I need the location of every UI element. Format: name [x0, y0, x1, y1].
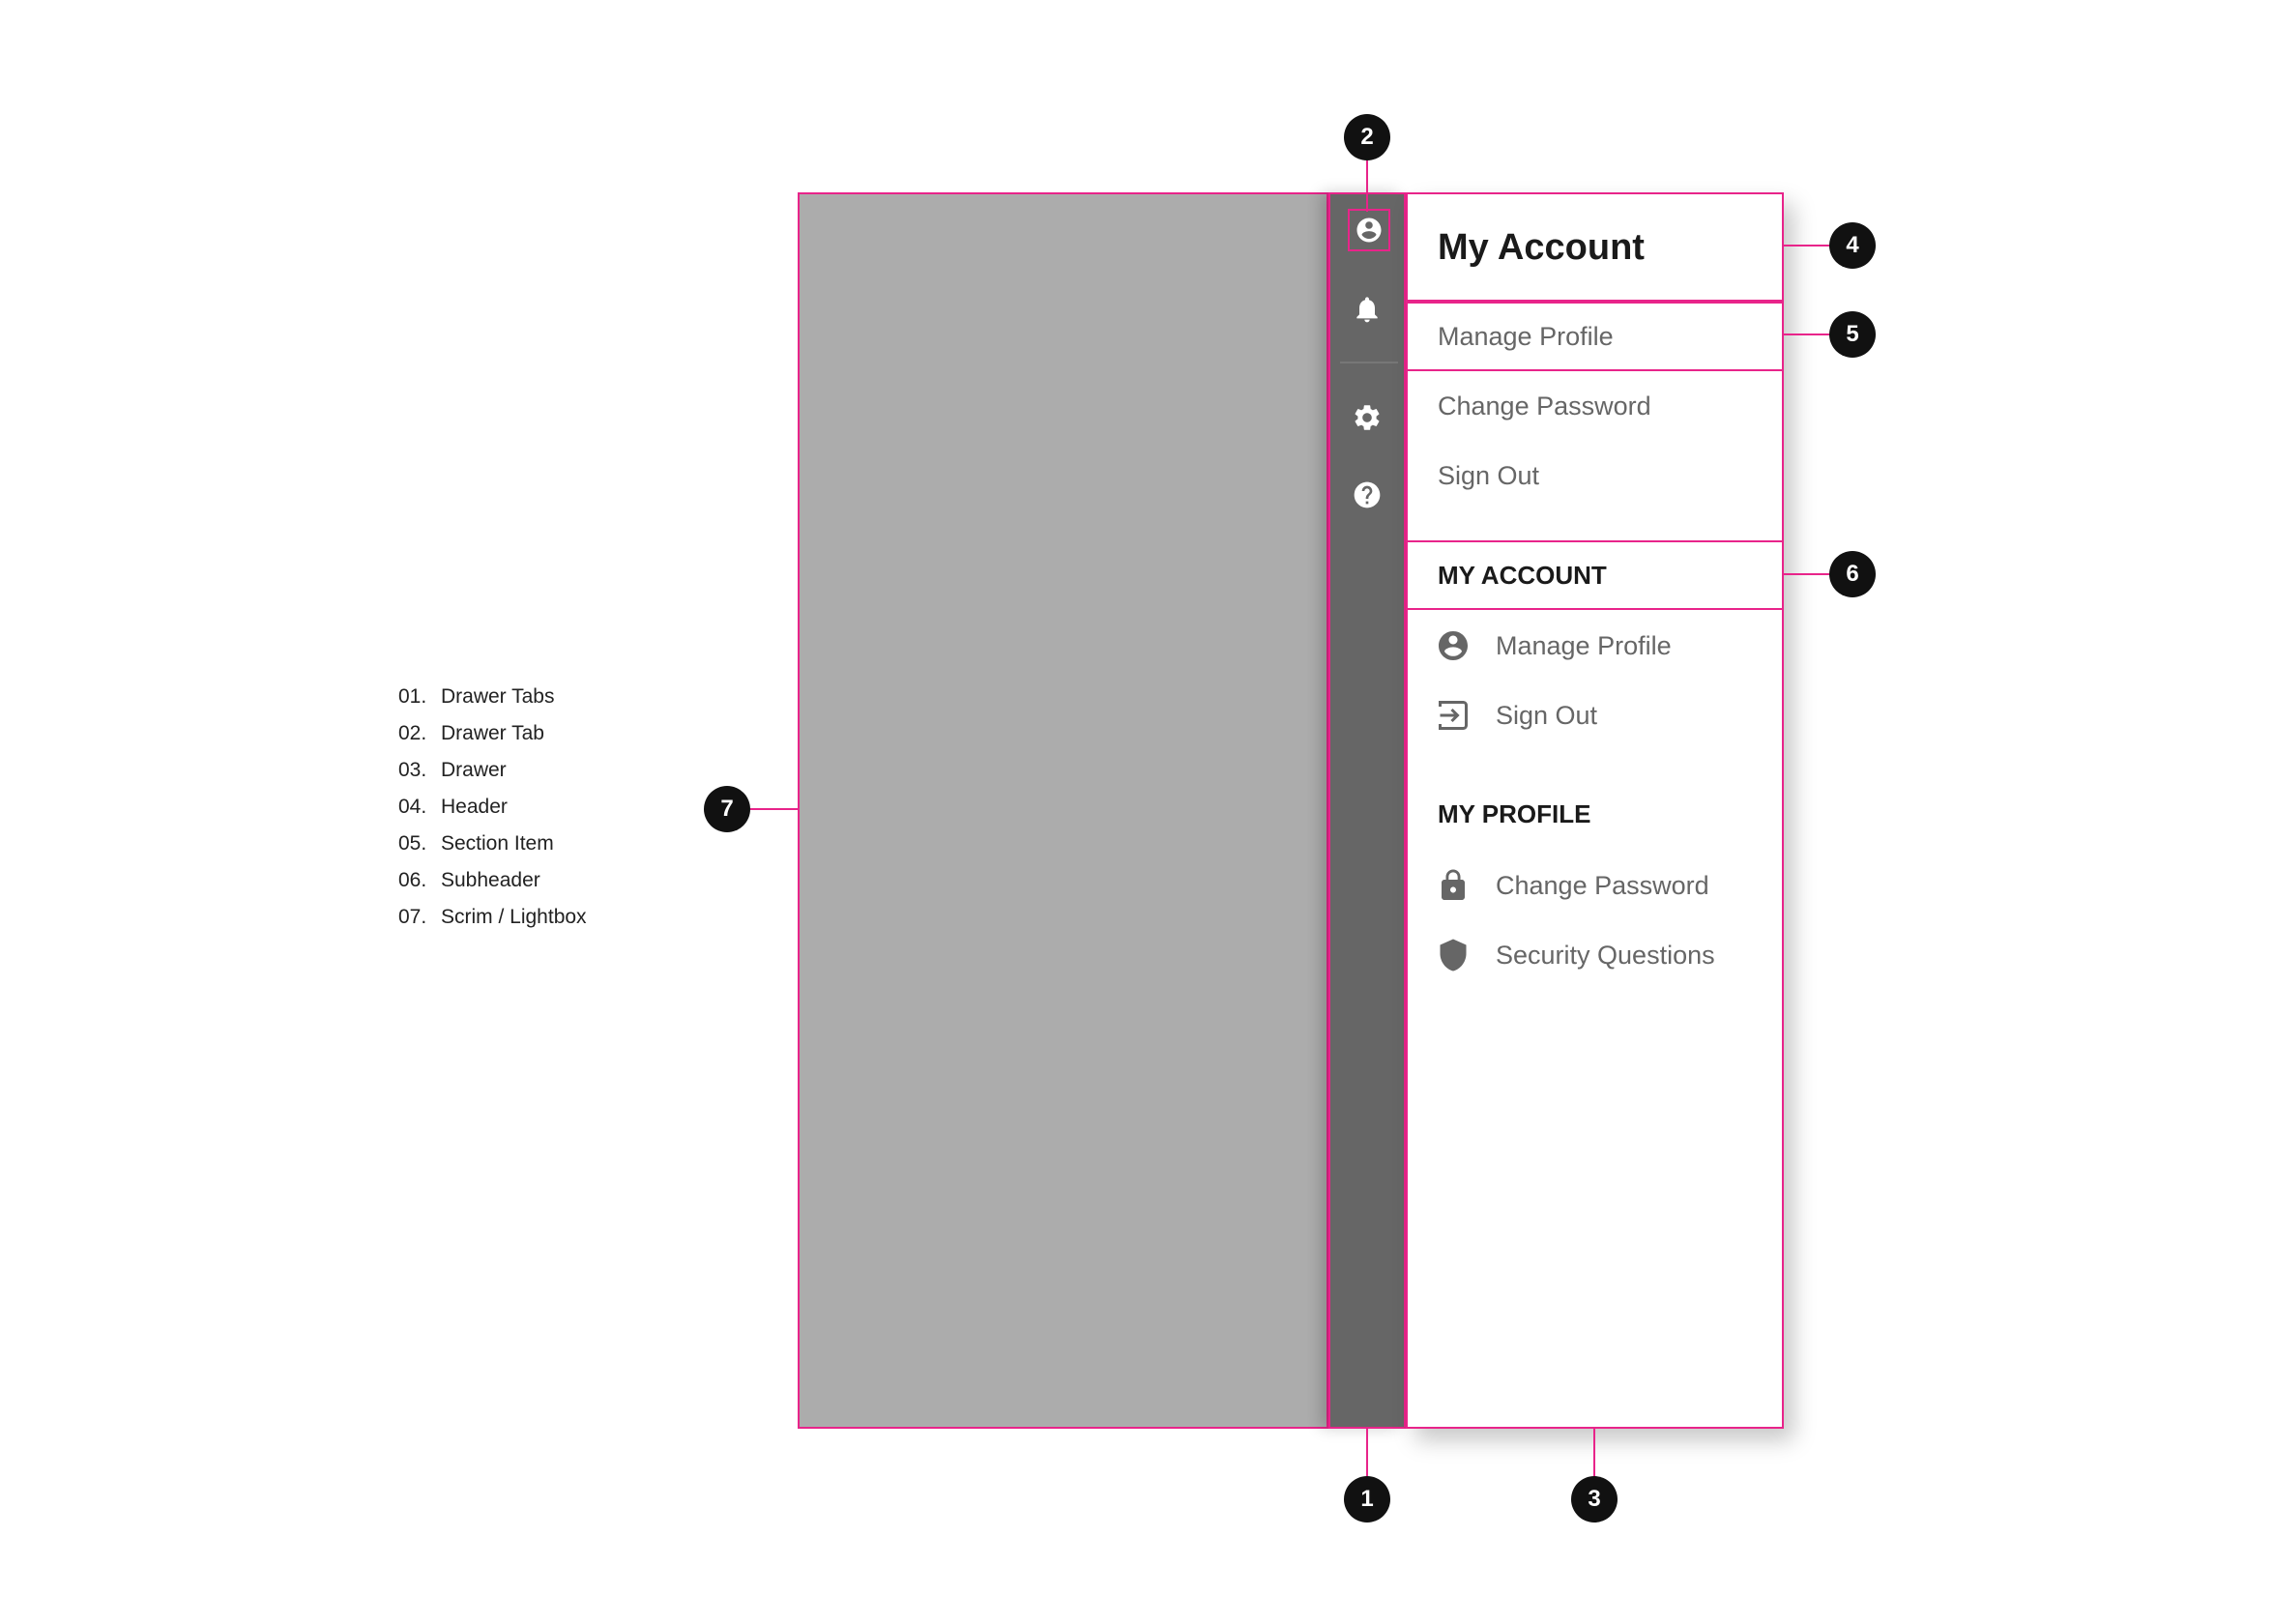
legend-label: Drawer Tabs [441, 685, 555, 708]
legend: 01. Drawer Tabs 02. Drawer Tab 03. Drawer 0… [398, 685, 587, 942]
leader-line [750, 808, 798, 810]
leader-line [1784, 573, 1829, 575]
list-item-label: Manage Profile [1496, 630, 1672, 660]
list-item-label: Sign Out [1496, 700, 1598, 730]
callout-5: 5 [1829, 311, 1876, 358]
tabs-divider [1340, 362, 1398, 363]
legend-number: 07. [398, 906, 427, 928]
callout-4: 4 [1829, 222, 1876, 269]
legend-label: Drawer [441, 759, 507, 781]
leader-line [1593, 1429, 1595, 1476]
callout-1: 1 [1344, 1476, 1390, 1522]
legend-row: 06. Subheader [398, 869, 587, 906]
subheader-my-profile: MY PROFILE [1438, 798, 1591, 828]
tab-help[interactable] [1330, 466, 1404, 524]
tab-settings[interactable] [1330, 389, 1404, 447]
legend-label: Subheader [441, 869, 540, 891]
legend-label: Header [441, 796, 508, 818]
legend-label: Drawer Tab [441, 722, 544, 744]
section-item-change-password[interactable]: Change Password [1408, 371, 1782, 441]
lock-icon [1436, 868, 1471, 903]
legend-number: 03. [398, 759, 427, 781]
legend-number: 02. [398, 722, 427, 744]
legend-row: 02. Drawer Tab [398, 722, 587, 759]
scrim-lightbox[interactable] [798, 192, 1328, 1429]
legend-number: 04. [398, 796, 427, 818]
legend-number: 01. [398, 685, 427, 708]
drawer: My Account Manage Profile Change Passwor… [1406, 192, 1784, 1429]
section-item-sign-out[interactable]: Sign Out [1408, 441, 1782, 510]
drawer-header: My Account [1408, 194, 1782, 302]
legend-number: 05. [398, 832, 427, 855]
subheader-my-account: MY ACCOUNT [1408, 540, 1782, 610]
legend-row: 01. Drawer Tabs [398, 685, 587, 722]
account-circle-icon [1436, 628, 1471, 663]
section-item-manage-profile[interactable]: Manage Profile [1408, 302, 1782, 371]
list-item-sign-out[interactable]: Sign Out [1408, 685, 1782, 745]
legend-row: 07. Scrim / Lightbox [398, 906, 587, 942]
leader-line [1784, 334, 1829, 335]
tab-account[interactable] [1348, 209, 1390, 251]
legend-row: 03. Drawer [398, 759, 587, 796]
legend-number: 06. [398, 869, 427, 891]
leader-line [1366, 160, 1368, 212]
sign-out-icon [1436, 698, 1471, 733]
list-item-label: Change Password [1496, 870, 1709, 900]
account-circle-icon [1356, 218, 1382, 243]
drawer-title: My Account [1438, 227, 1645, 268]
list-item-security-questions[interactable]: Security Questions [1408, 925, 1782, 985]
legend-row: 04. Header [398, 796, 587, 832]
callout-2: 2 [1344, 114, 1390, 160]
gear-icon [1355, 405, 1380, 430]
drawer-tabs [1328, 192, 1406, 1429]
shield-icon [1436, 938, 1471, 972]
list-item-label: Security Questions [1496, 940, 1715, 970]
legend-label: Scrim / Lightbox [441, 906, 587, 928]
callout-7: 7 [704, 786, 750, 832]
legend-row: 05. Section Item [398, 832, 587, 869]
list-item-manage-profile[interactable]: Manage Profile [1408, 616, 1782, 676]
help-circle-icon [1354, 481, 1381, 508]
list-item-change-password[interactable]: Change Password [1408, 856, 1782, 915]
bell-icon [1356, 297, 1378, 323]
leader-line [1784, 245, 1829, 246]
leader-line [1366, 1429, 1368, 1476]
callout-6: 6 [1829, 551, 1876, 597]
legend-label: Section Item [441, 832, 554, 855]
tab-notifications[interactable] [1330, 280, 1404, 338]
callout-3: 3 [1571, 1476, 1618, 1522]
